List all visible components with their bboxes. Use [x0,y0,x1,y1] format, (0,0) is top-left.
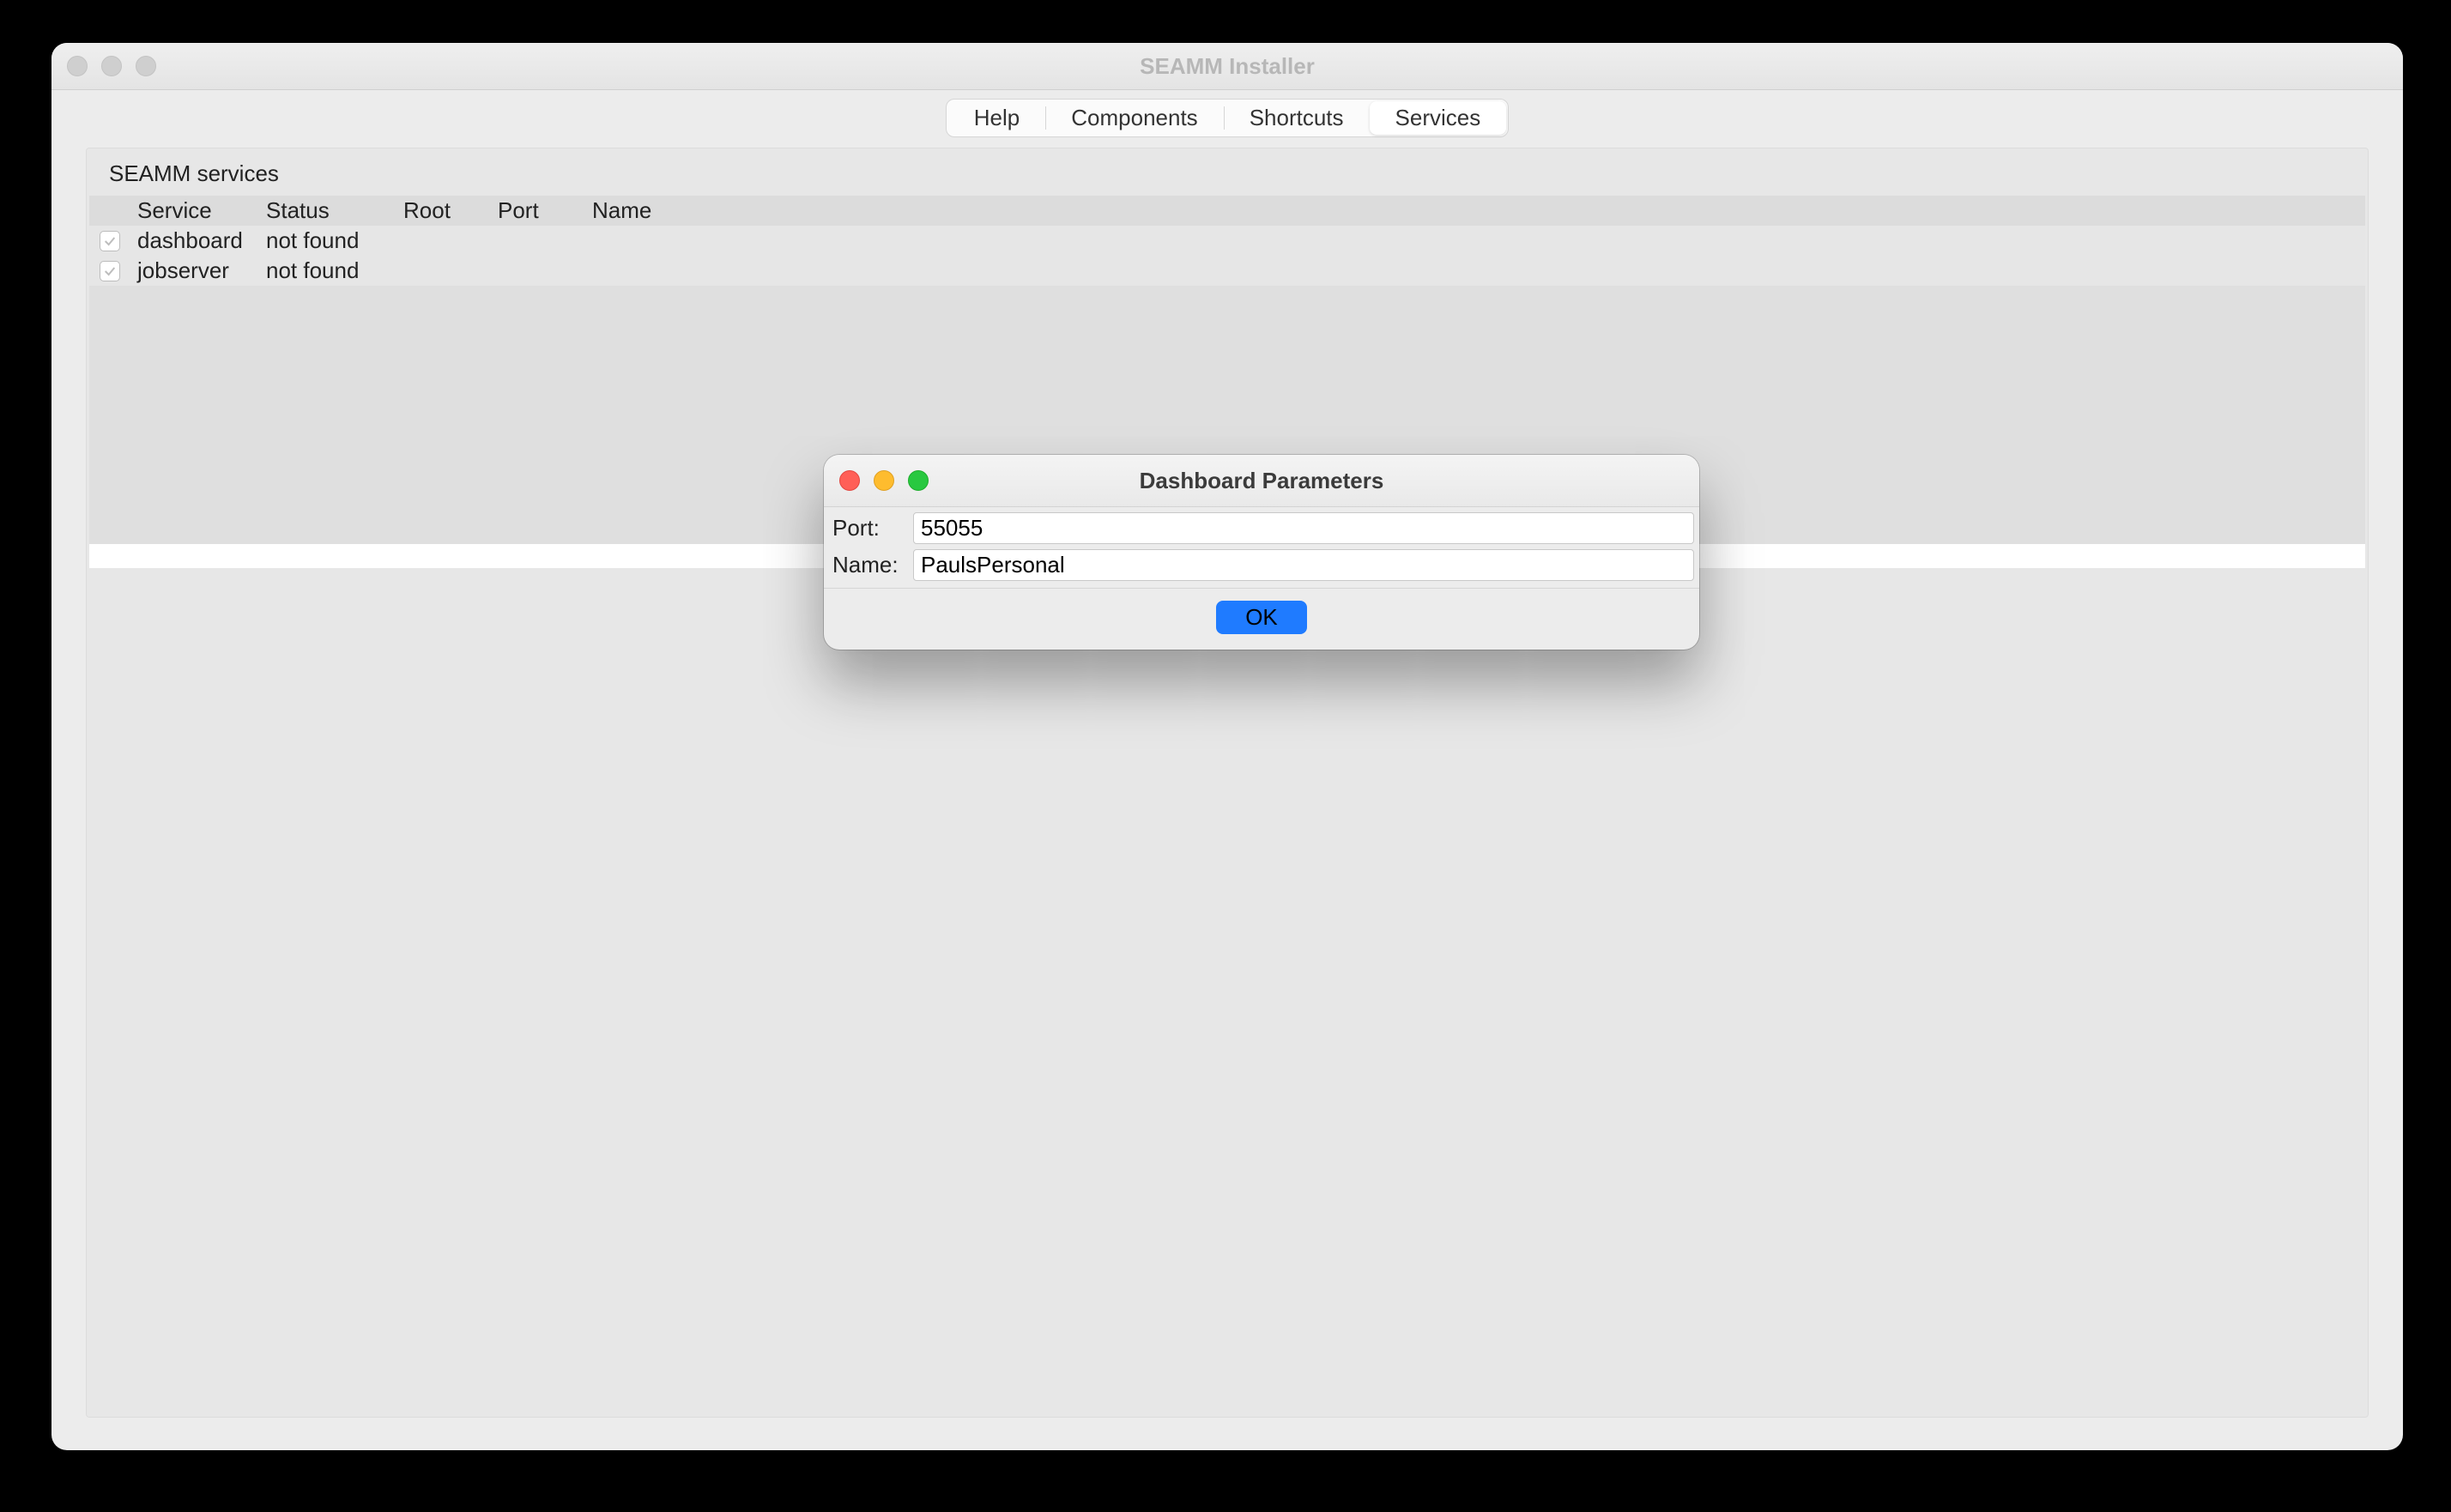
cell-service: dashboard [132,226,261,256]
window-title: SEAMM Installer [51,53,2403,80]
col-status: Status [261,196,398,226]
cell-status: not found [261,256,398,286]
checkbox-icon[interactable] [100,261,120,281]
services-panel: SEAMM services Service Status Root Port … [86,148,2369,1418]
name-label: Name: [829,552,906,578]
tab-shortcuts[interactable]: Shortcuts [1224,101,1370,135]
main-titlebar: SEAMM Installer [51,43,2403,90]
panel-title: SEAMM services [87,160,2368,196]
close-icon[interactable] [839,470,860,491]
table-headers: Service Status Root Port Name [89,196,2365,226]
cell-service: jobserver [132,256,261,286]
col-service: Service [132,196,261,226]
tab-help[interactable]: Help [948,101,1045,135]
close-icon[interactable] [67,56,88,76]
port-field[interactable] [913,512,1694,544]
port-label: Port: [829,515,906,541]
dashboard-parameters-dialog: Dashboard Parameters Port: Name: OK [824,455,1699,650]
zoom-icon[interactable] [136,56,156,76]
cell-root [398,239,493,243]
dialog-titlebar: Dashboard Parameters [824,455,1699,507]
cell-status: not found [261,226,398,256]
tab-services[interactable]: Services [1370,101,1507,135]
cell-port [493,239,587,243]
table-row[interactable]: jobserver not found [89,256,2365,286]
col-name: Name [587,196,690,226]
cell-port [493,269,587,273]
ok-button[interactable]: OK [1216,601,1307,634]
col-root: Root [398,196,493,226]
table-row[interactable]: dashboard not found [89,226,2365,256]
tab-bar: Help Components Shortcuts Services [946,99,1509,137]
tabs-row: Help Components Shortcuts Services [51,90,2403,141]
col-port: Port [493,196,587,226]
tab-components[interactable]: Components [1045,101,1223,135]
dialog-title: Dashboard Parameters [824,468,1699,494]
main-window: SEAMM Installer Help Components Shortcut… [51,43,2403,1450]
col-check [89,209,132,213]
minimize-icon[interactable] [101,56,122,76]
cell-name [587,239,690,243]
zoom-icon[interactable] [908,470,929,491]
cell-name [587,269,690,273]
minimize-icon[interactable] [874,470,894,491]
name-field[interactable] [913,549,1694,581]
cell-root [398,269,493,273]
checkbox-icon[interactable] [100,231,120,251]
